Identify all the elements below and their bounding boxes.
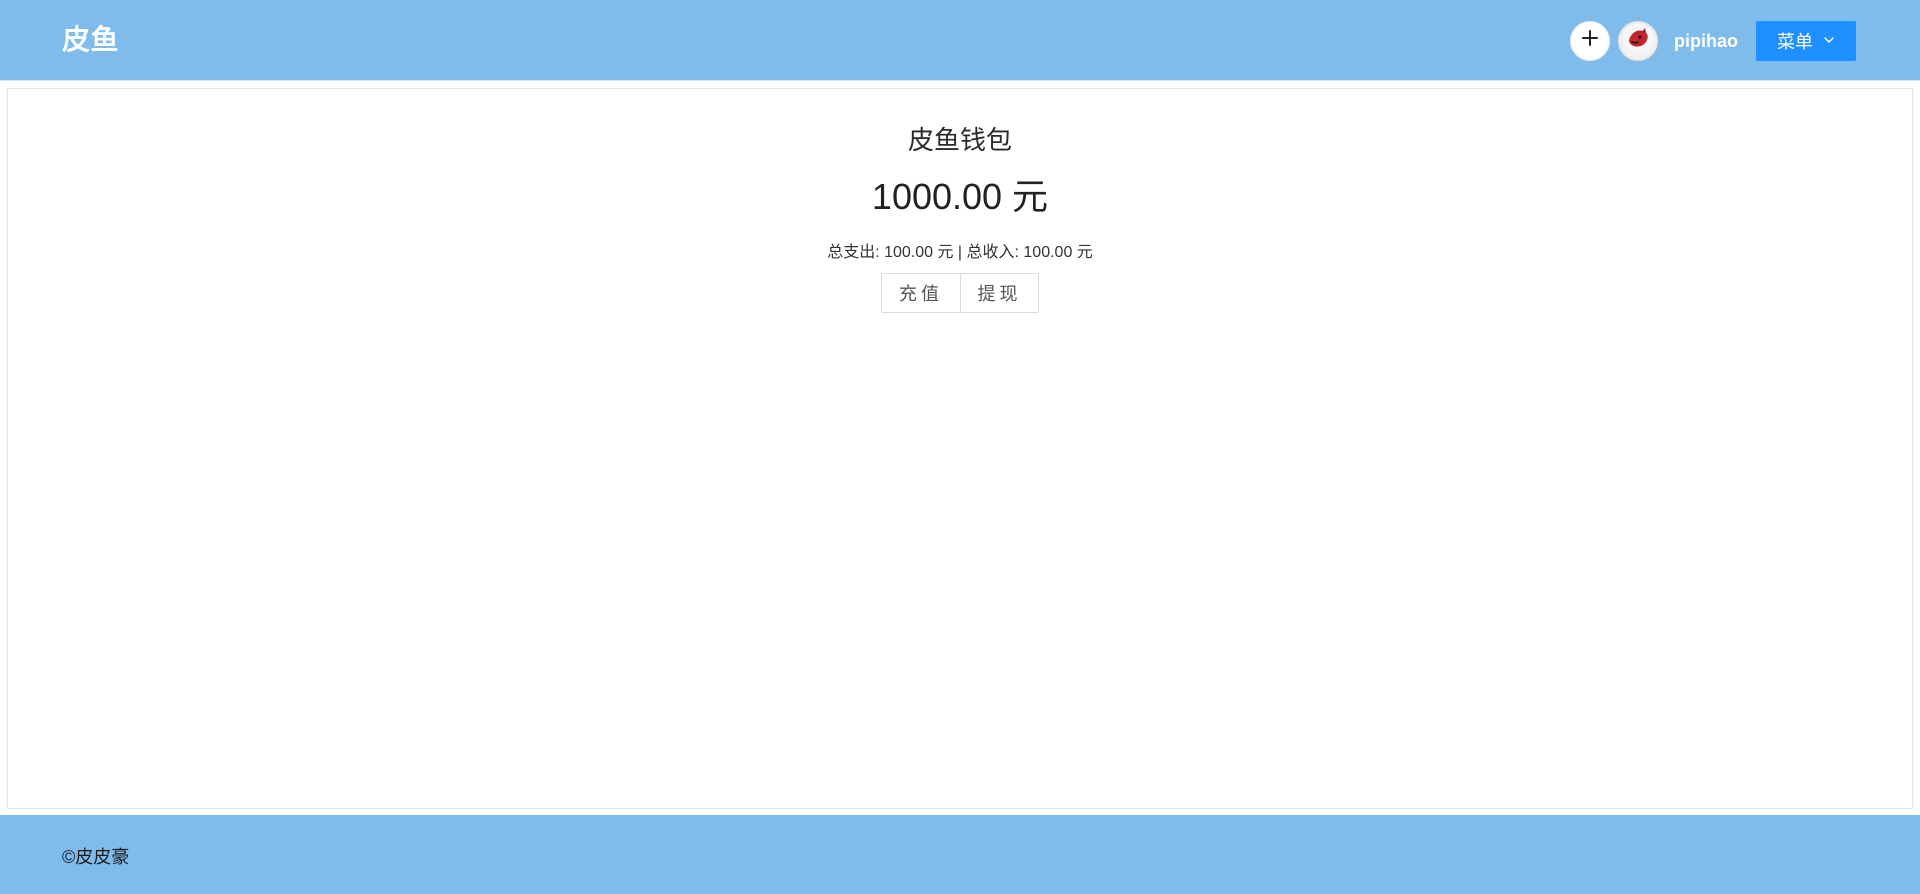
avatar-icon	[1622, 23, 1654, 59]
wallet-panel: 皮鱼钱包 1000.00 元 总支出: 100.00 元 | 总收入: 100.…	[8, 89, 1912, 313]
footer: ©皮皮豪	[0, 815, 1920, 894]
menu-label: 菜单	[1777, 31, 1813, 52]
menu-dropdown-button[interactable]: 菜单	[1756, 20, 1856, 61]
wallet-actions: 充值 提现	[881, 273, 1039, 313]
wallet-title: 皮鱼钱包	[907, 125, 1012, 155]
footer-copyright: ©皮皮豪	[62, 847, 130, 867]
avatar[interactable]	[1618, 20, 1658, 61]
brand-title[interactable]: 皮鱼	[62, 22, 119, 58]
plus-icon	[1580, 28, 1600, 53]
username[interactable]: pipihao	[1674, 30, 1738, 52]
header-actions: pipihao 菜单	[1570, 20, 1856, 61]
wallet-balance: 1000.00 元	[871, 176, 1049, 217]
add-button[interactable]	[1570, 20, 1610, 61]
main-content: 皮鱼钱包 1000.00 元 总支出: 100.00 元 | 总收入: 100.…	[7, 88, 1913, 809]
top-header: 皮鱼 pipihao 菜单	[0, 0, 1920, 81]
chevron-down-icon	[1823, 30, 1835, 51]
withdraw-button[interactable]: 提现	[960, 274, 1038, 312]
wallet-stats: 总支出: 100.00 元 | 总收入: 100.00 元	[827, 244, 1093, 261]
recharge-button[interactable]: 充值	[882, 274, 960, 312]
